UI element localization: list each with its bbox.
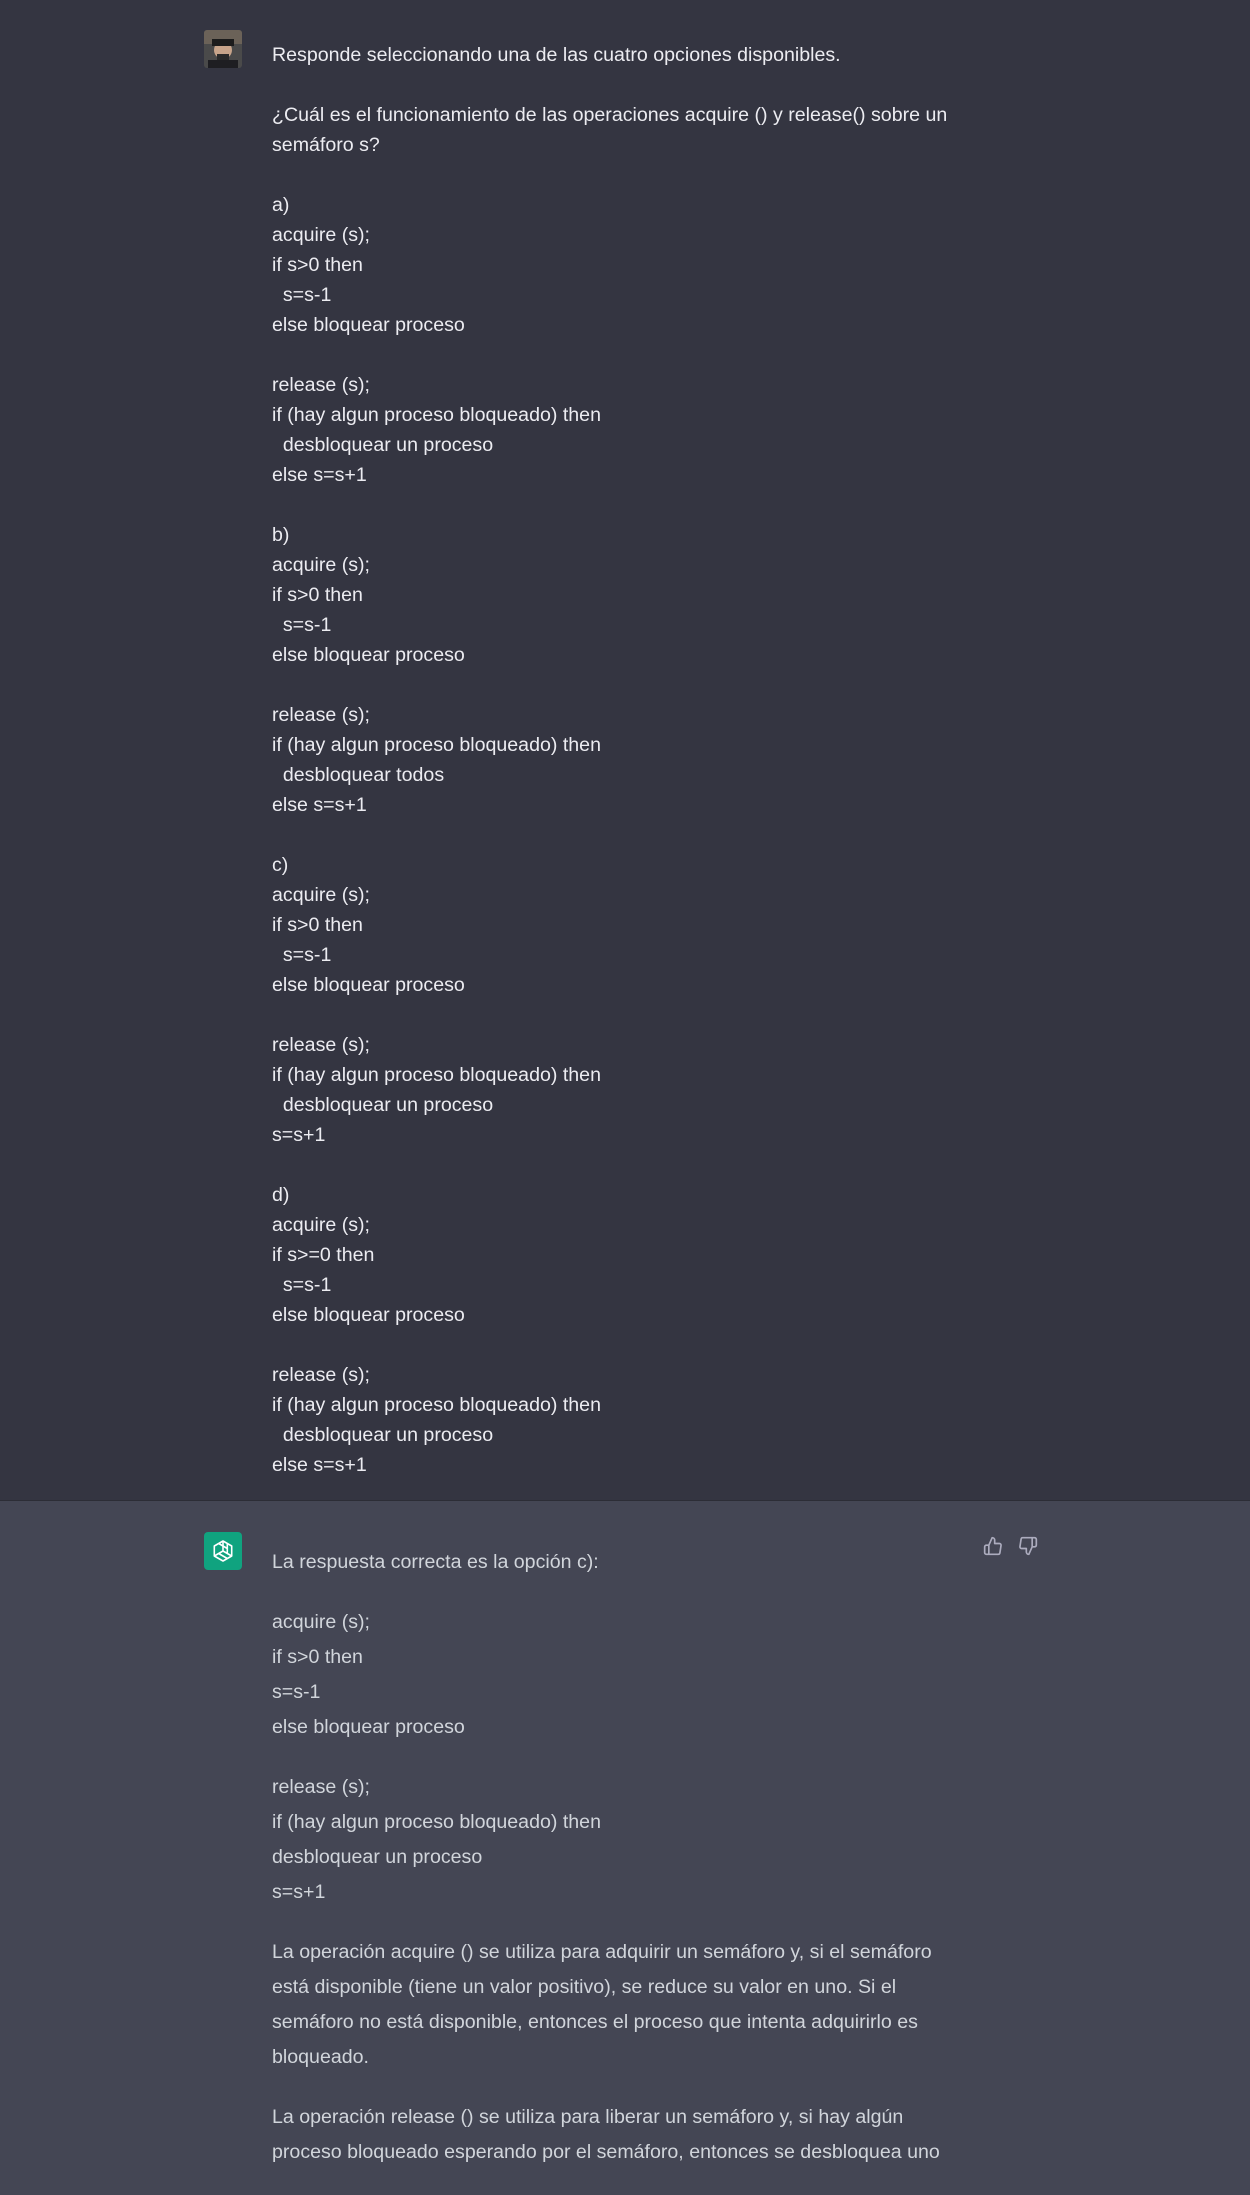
option-a-line: else s=s+1 — [272, 464, 367, 486]
user-question: ¿Cuál es el funcionamiento de las operac… — [272, 104, 948, 156]
code-line: s=s-1 — [272, 1681, 321, 1703]
option-d-line: acquire (s); — [272, 1214, 370, 1236]
option-b-line: else bloquear proceso — [272, 644, 465, 666]
option-c-line: release (s); — [272, 1034, 370, 1056]
option-a-line: acquire (s); — [272, 224, 370, 246]
code-block-release: release (s); if (hay algun proceso bloqu… — [272, 1770, 972, 1910]
explanation-acquire: La operación acquire () se utiliza para … — [272, 1941, 932, 2068]
option-a-line: s=s-1 — [272, 284, 332, 306]
option-b-line: release (s); — [272, 704, 370, 726]
option-a-line — [272, 340, 972, 370]
option-d-label: d) — [272, 1184, 290, 1206]
option-d-line: desbloquear un proceso — [272, 1424, 494, 1446]
option-c-line: else bloquear proceso — [272, 974, 465, 996]
option-a-line: release (s); — [272, 374, 370, 396]
openai-logo-icon — [204, 1532, 242, 1570]
option-c-line — [272, 1000, 972, 1030]
user-message: Responde seleccionando una de las cuatro… — [272, 40, 972, 1480]
option-c-line: desbloquear un proceso — [272, 1094, 494, 1116]
code-line: release (s); — [272, 1776, 370, 1798]
option-b-line: else s=s+1 — [272, 794, 367, 816]
option-c-label: c) — [272, 854, 289, 876]
option-d-line: else bloquear proceso — [272, 1304, 465, 1326]
option-b-line: desbloquear todos — [272, 764, 445, 786]
option-d-line: if s>=0 then — [272, 1244, 375, 1266]
option-d-line: if (hay algun proceso bloqueado) then — [272, 1394, 601, 1416]
option-d-line — [272, 1330, 972, 1360]
code-line: if s>0 then — [272, 1646, 363, 1668]
user-avatar — [204, 30, 242, 68]
option-b-label: b) — [272, 524, 290, 546]
option-a-label: a) — [272, 194, 290, 216]
option-b-line: acquire (s); — [272, 554, 370, 576]
feedback-buttons — [981, 1534, 1040, 1558]
code-line: desbloquear un proceso — [272, 1846, 483, 1868]
assistant-message: La respuesta correcta es la opción c): a… — [272, 1545, 972, 2195]
option-a-line: if s>0 then — [272, 254, 363, 276]
option-d-line: else s=s+1 — [272, 1454, 367, 1476]
answer-intro: La respuesta correcta es la opción c): — [272, 1551, 599, 1573]
option-d-line: s=s-1 — [272, 1274, 332, 1296]
option-b-line: s=s-1 — [272, 614, 332, 636]
option-b-line: if s>0 then — [272, 584, 363, 606]
option-c-line: acquire (s); — [272, 884, 370, 906]
option-c-line: s=s+1 — [272, 1124, 326, 1146]
code-line: acquire (s); — [272, 1611, 370, 1633]
code-line: else bloquear proceso — [272, 1716, 465, 1738]
option-c-line: if s>0 then — [272, 914, 363, 936]
code-line: s=s+1 — [272, 1881, 326, 1903]
option-c-line: s=s-1 — [272, 944, 332, 966]
explanation-release: La operación release () se utiliza para … — [272, 2106, 940, 2163]
option-a-line: desbloquear un proceso — [272, 434, 494, 456]
option-a-line: if (hay algun proceso bloqueado) then — [272, 404, 601, 426]
user-intro: Responde seleccionando una de las cuatro… — [272, 44, 841, 66]
code-line: if (hay algun proceso bloqueado) then — [272, 1811, 601, 1833]
thumbs-up-icon[interactable] — [981, 1534, 1005, 1558]
thumbs-down-icon[interactable] — [1016, 1534, 1040, 1558]
option-c-line: if (hay algun proceso bloqueado) then — [272, 1064, 601, 1086]
option-b-line — [272, 670, 972, 700]
code-block-acquire: acquire (s); if s>0 then s=s-1 else bloq… — [272, 1605, 972, 1745]
option-d-line: release (s); — [272, 1364, 370, 1386]
option-b-line: if (hay algun proceso bloqueado) then — [272, 734, 601, 756]
option-a-line: else bloquear proceso — [272, 314, 465, 336]
